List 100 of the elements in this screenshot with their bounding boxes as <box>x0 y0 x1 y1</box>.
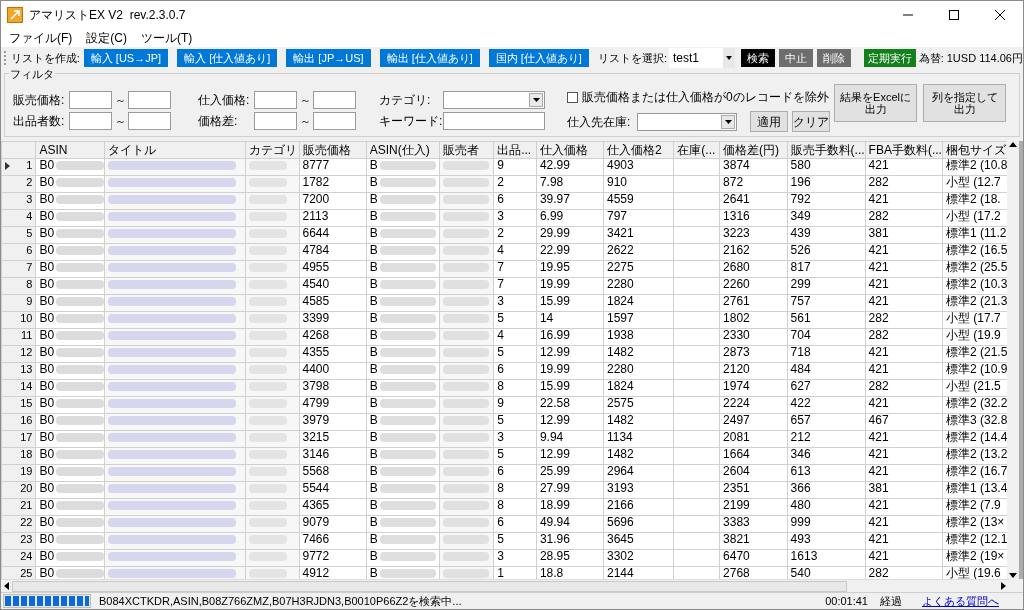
table-cell: 2113 <box>299 209 367 227</box>
menu-item[interactable]: ツール(T) <box>141 29 193 47</box>
action-button[interactable]: 検索 <box>741 49 776 67</box>
table-cell: 421 <box>865 498 943 516</box>
table-cell: 467 <box>865 413 943 431</box>
row-number: 17 <box>20 431 33 444</box>
table-cell: 493 <box>787 532 866 550</box>
redacted-text <box>379 246 436 255</box>
table-cell: 9 <box>493 396 537 414</box>
action-button[interactable]: 削除 <box>817 49 852 67</box>
input-field[interactable] <box>69 112 112 130</box>
table-cell: 792 <box>787 192 866 210</box>
scroll-right-icon[interactable] <box>1001 582 1006 590</box>
column-header[interactable]: 価格差(円) <box>719 141 788 159</box>
menu-item[interactable]: ファイル(F) <box>9 29 73 47</box>
table-cell: B <box>369 397 378 410</box>
table-cell: 2166 <box>603 498 674 516</box>
field-label: 仕入価格: <box>198 92 251 109</box>
table-cell: 5 <box>493 447 537 465</box>
column-header[interactable]: タイトル <box>104 141 246 159</box>
table-cell: 3399 <box>299 311 367 329</box>
dropdown-field[interactable] <box>637 112 737 131</box>
table-cell: B0 <box>39 193 55 206</box>
menu-item[interactable]: 設定(C) <box>86 29 127 47</box>
column-header[interactable]: ASIN <box>35 141 105 159</box>
checkbox-label: 販売価格または仕入価格が0のレコードを除外 <box>582 89 829 106</box>
table-cell: 18.99 <box>536 498 604 516</box>
create-list-button[interactable]: 輸出 [仕入値あり] <box>379 49 480 67</box>
dropdown-icon[interactable] <box>532 98 540 102</box>
field-label: 販売価格: <box>13 92 66 109</box>
column-header[interactable]: カテゴリ <box>245 141 299 159</box>
input-field[interactable] <box>254 112 297 130</box>
scroll-down-icon[interactable] <box>1009 573 1017 579</box>
clear-button[interactable]: クリア <box>792 111 830 132</box>
column-header[interactable]: 出品... <box>493 141 537 159</box>
column-header[interactable]: 販売者 <box>439 141 494 159</box>
action-button[interactable]: 中止 <box>779 49 814 67</box>
row-number: 24 <box>20 550 33 563</box>
row-number: 7 <box>26 261 33 274</box>
dropdown-field[interactable] <box>443 91 545 109</box>
table-cell: 421 <box>865 447 943 465</box>
row-number: 18 <box>20 448 33 461</box>
table-cell: B <box>369 414 378 427</box>
create-list-button[interactable]: 輸出 [JP→US] <box>286 49 371 67</box>
create-list-button[interactable]: 輸入 [US→JP] <box>83 49 169 67</box>
action-button[interactable]: 定期実行 <box>864 49 916 67</box>
column-header[interactable]: 販売価格 <box>299 141 367 159</box>
redacted-text <box>379 450 436 459</box>
dropdown-icon[interactable] <box>724 119 732 124</box>
toolbar-label: リストを作成: <box>10 50 80 66</box>
row-number: 11 <box>21 329 33 342</box>
table-cell: 421 <box>865 277 943 295</box>
horizontal-scrollbar[interactable] <box>1 579 1009 592</box>
input-field[interactable] <box>69 91 112 109</box>
input-field[interactable] <box>313 112 356 130</box>
create-list-button[interactable]: 輸入 [仕入値あり] <box>177 49 278 67</box>
table-cell: 421 <box>865 345 943 363</box>
table-cell: 4559 <box>603 192 674 210</box>
scroll-up-icon[interactable] <box>1009 141 1017 147</box>
redacted-text <box>379 433 436 442</box>
column-header[interactable]: 販売手数料(... <box>787 141 866 159</box>
table-cell: 3874 <box>719 158 788 176</box>
redacted-text <box>379 484 436 493</box>
input-field[interactable] <box>254 91 297 109</box>
column-header[interactable]: 仕入価格 <box>536 141 604 159</box>
dropdown-icon[interactable] <box>726 56 733 60</box>
input-field[interactable] <box>128 91 171 109</box>
table-cell: 299 <box>787 277 866 295</box>
toolbar-grip[interactable] <box>4 51 7 65</box>
input-field[interactable] <box>128 112 171 130</box>
table-cell: 2162 <box>719 243 788 261</box>
list-select[interactable]: test1 <box>669 48 736 68</box>
column-header[interactable]: 仕入価格2 <box>603 141 674 159</box>
column-header[interactable]: ASIN(仕入) <box>366 141 440 159</box>
create-list-button[interactable]: 国内 [仕入値あり] <box>488 49 589 67</box>
table-cell: B0 <box>39 363 55 376</box>
table-cell: 7 <box>493 277 537 295</box>
apply-button[interactable]: 適用 <box>750 111 788 132</box>
field-label: 仕入先在庫: <box>567 113 632 131</box>
export-button[interactable]: 列を指定して出力 <box>923 84 1006 122</box>
table-cell: B0 <box>39 482 55 495</box>
table-cell: B <box>369 210 378 223</box>
table-cell: 2641 <box>719 192 788 210</box>
input-field[interactable] <box>313 91 356 109</box>
vertical-scrollbar[interactable] <box>1007 141 1019 579</box>
table-cell: 1597 <box>603 311 674 329</box>
table-cell: B0 <box>39 295 55 308</box>
table-cell: 14 <box>536 311 604 329</box>
faq-link[interactable]: よくある質問へ <box>922 592 999 609</box>
table-cell: B0 <box>39 244 55 257</box>
checkbox[interactable] <box>567 91 578 103</box>
scroll-left-icon[interactable] <box>4 582 9 590</box>
table-cell: B <box>369 346 378 359</box>
column-header[interactable]: 在庫(... <box>673 141 720 159</box>
export-button[interactable]: 結果をExcelに出力 <box>834 84 917 122</box>
column-header[interactable]: FBA手数料(... <box>865 141 943 159</box>
table-cell: 2275 <box>603 260 674 278</box>
table-cell: 282 <box>865 209 943 227</box>
redacted-text <box>379 297 436 306</box>
input-field[interactable] <box>443 112 545 130</box>
